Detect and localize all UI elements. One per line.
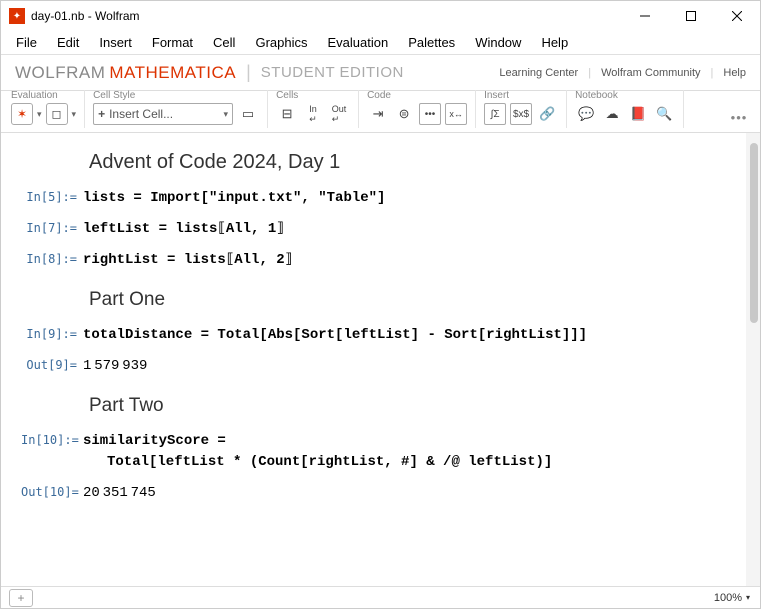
cell-content-out10[interactable]: 20 351 745	[83, 483, 726, 504]
code-iconize-button[interactable]: •••	[419, 103, 441, 125]
menu-help[interactable]: Help	[532, 33, 577, 52]
cell-style-button[interactable]: ▭	[237, 103, 259, 125]
group-label-insert: Insert	[484, 90, 558, 101]
brand-mathematica: MATHEMATICA	[109, 63, 236, 83]
menu-insert[interactable]: Insert	[90, 33, 141, 52]
divide-cell-button[interactable]: ⊟	[276, 103, 298, 125]
chevron-down-icon[interactable]: ▾	[37, 109, 42, 120]
cell-content-in8[interactable]: rightList = lists⟦All, 2⟧	[83, 250, 726, 271]
menu-evaluation[interactable]: Evaluation	[318, 33, 397, 52]
link-help[interactable]: Help	[723, 67, 746, 79]
code-convert-button[interactable]: ⇥	[367, 103, 389, 125]
link-wolfram-community[interactable]: Wolfram Community	[601, 67, 700, 79]
brand-wolfram: WOLFRAM	[15, 63, 105, 83]
brand-separator: |	[246, 62, 251, 83]
insert-math-button[interactable]: ∫Σ	[484, 103, 506, 125]
insert-special-button[interactable]: $x$	[510, 103, 532, 125]
abort-button[interactable]: ◻	[46, 103, 68, 125]
cell-label-in9: In[9]:=	[21, 325, 83, 341]
cell-content-in5[interactable]: lists = Import["input.txt", "Table"]	[83, 188, 726, 209]
brand-edition: STUDENT EDITION	[261, 64, 404, 81]
toolbar: Evaluation ✶ ▾ ◻ ▾ Cell Style + Insert C…	[1, 91, 760, 133]
zoom-value: 100%	[714, 592, 742, 604]
menu-file[interactable]: File	[7, 33, 46, 52]
input-cell[interactable]: In[9]:= totalDistance = Total[Abs[Sort[l…	[21, 325, 726, 346]
output-cell[interactable]: Out[9]= 1 579 939	[21, 356, 726, 377]
input-cell[interactable]: In[8]:= rightList = lists⟦All, 2⟧	[21, 250, 726, 271]
output-cell[interactable]: Out[10]= 20 351 745	[21, 483, 726, 504]
insert-hyperlink-button[interactable]: 🔗	[536, 103, 558, 125]
search-button[interactable]: 🔍	[653, 103, 675, 125]
brand-links: Learning Center | Wolfram Community | He…	[499, 67, 746, 79]
cloud-button[interactable]: ☁	[601, 103, 623, 125]
menu-cell[interactable]: Cell	[204, 33, 244, 52]
notebook-area[interactable]: Advent of Code 2024, Day 1 In[5]:= lists…	[1, 133, 746, 586]
chevron-down-icon: ▾	[224, 109, 229, 120]
group-label-evaluation: Evaluation	[11, 90, 76, 101]
group-label-cells: Cells	[276, 90, 350, 101]
toolbar-overflow-button[interactable]: •••	[728, 106, 750, 128]
cell-label-in7: In[7]:=	[21, 219, 83, 235]
cell-label-in8: In[8]:=	[21, 250, 83, 266]
plus-icon: +	[98, 107, 105, 121]
scrollbar-thumb[interactable]	[750, 143, 758, 323]
zoom-control[interactable]: 100% ▾	[714, 592, 750, 604]
window-controls	[622, 1, 760, 31]
menu-palettes[interactable]: Palettes	[399, 33, 464, 52]
chevron-down-icon[interactable]: ▾	[72, 109, 77, 120]
menu-graphics[interactable]: Graphics	[246, 33, 316, 52]
cell-label-in5: In[5]:=	[21, 188, 83, 204]
app-icon: ✦	[9, 8, 25, 24]
code-comment-button[interactable]: ⊜	[393, 103, 415, 125]
code-match-button[interactable]: x↔	[445, 103, 467, 125]
close-button[interactable]	[714, 1, 760, 31]
input-cell[interactable]: In[10]:= similarityScore = Total[leftLis…	[21, 431, 726, 473]
vertical-scrollbar[interactable]	[746, 133, 760, 586]
publish-button[interactable]: 📕	[627, 103, 649, 125]
menu-window[interactable]: Window	[466, 33, 530, 52]
input-cell[interactable]: In[5]:= lists = Import["input.txt", "Tab…	[21, 188, 726, 209]
insert-cell-dropdown[interactable]: + Insert Cell... ▾	[93, 103, 233, 125]
cell-label-out10: Out[10]=	[21, 483, 83, 499]
section-part-one[interactable]: Part One	[21, 289, 726, 311]
window-title: day-01.nb - Wolfram	[31, 9, 622, 23]
evaluate-button[interactable]: ✶	[11, 103, 33, 125]
notebook-title[interactable]: Advent of Code 2024, Day 1	[21, 151, 726, 174]
cell-label-in10: In[10]:=	[21, 431, 83, 447]
cell-content-out9[interactable]: 1 579 939	[83, 356, 726, 377]
group-label-notebook: Notebook	[575, 90, 675, 101]
cell-out-button[interactable]: Out↵	[328, 103, 350, 125]
input-cell[interactable]: In[7]:= leftList = lists⟦All, 1⟧	[21, 219, 726, 240]
cell-in-button[interactable]: In↵	[302, 103, 324, 125]
section-part-two[interactable]: Part Two	[21, 395, 726, 417]
cell-content-in10[interactable]: similarityScore = Total[leftList * (Coun…	[83, 431, 726, 473]
chat-button[interactable]: 💬	[575, 103, 597, 125]
cell-content-in7[interactable]: leftList = lists⟦All, 1⟧	[83, 219, 726, 240]
maximize-button[interactable]	[668, 1, 714, 31]
brand-bar: WOLFRAM MATHEMATICA | STUDENT EDITION Le…	[1, 55, 760, 91]
menubar: File Edit Insert Format Cell Graphics Ev…	[1, 31, 760, 55]
group-label-code: Code	[367, 90, 467, 101]
chevron-down-icon: ▾	[746, 593, 750, 602]
menu-format[interactable]: Format	[143, 33, 202, 52]
cell-content-in9[interactable]: totalDistance = Total[Abs[Sort[leftList]…	[83, 325, 726, 346]
minimize-button[interactable]	[622, 1, 668, 31]
menu-edit[interactable]: Edit	[48, 33, 88, 52]
cell-label-out9: Out[9]=	[21, 356, 83, 372]
group-label-cellstyle: Cell Style	[93, 90, 259, 101]
add-cell-button[interactable]: +	[9, 589, 33, 607]
footer: + 100% ▾	[1, 586, 760, 608]
insert-cell-label: Insert Cell...	[109, 107, 173, 121]
link-learning-center[interactable]: Learning Center	[499, 67, 578, 79]
titlebar: ✦ day-01.nb - Wolfram	[1, 1, 760, 31]
